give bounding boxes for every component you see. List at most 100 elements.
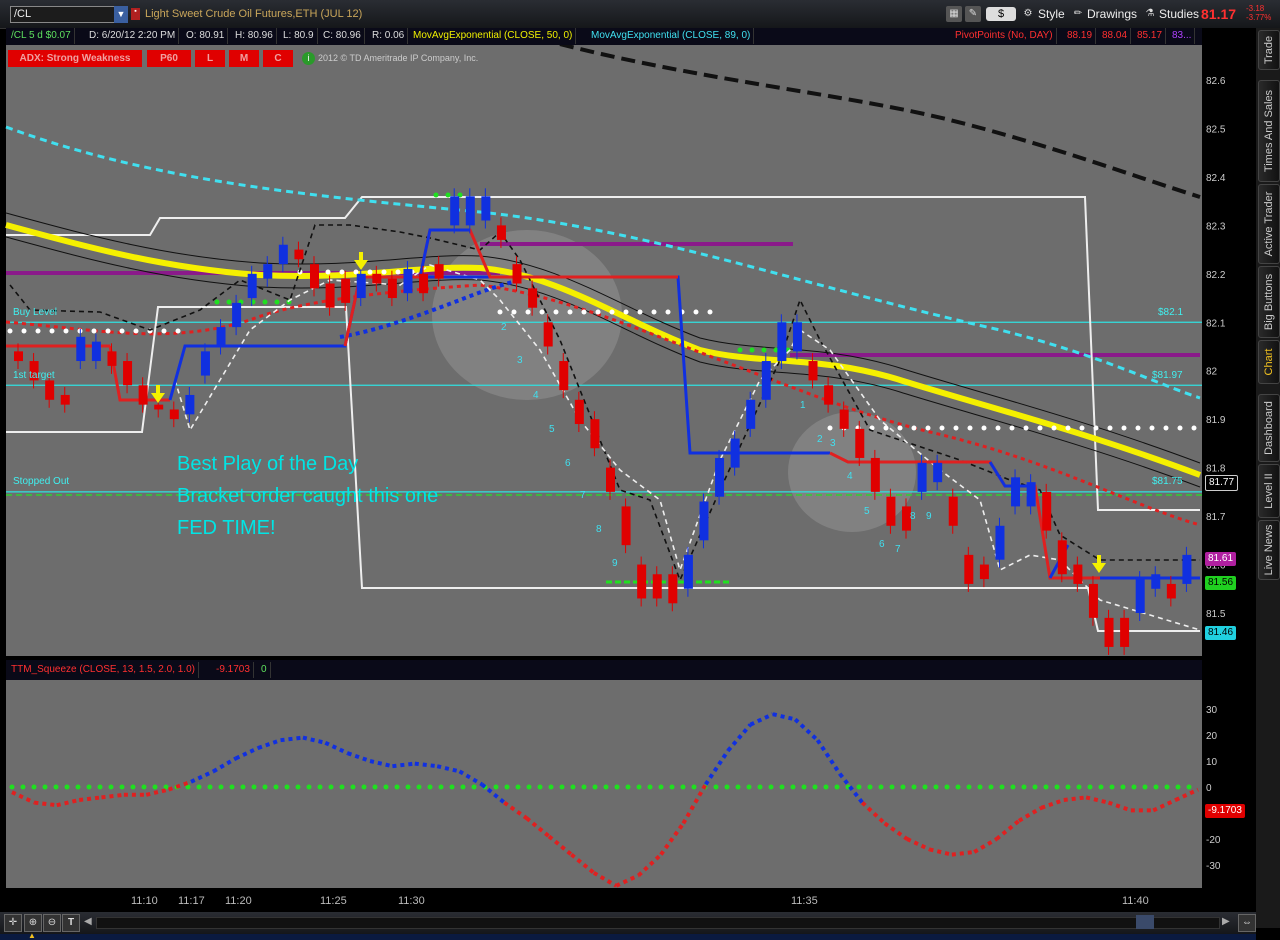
squeeze-line: [280, 735, 304, 743]
squeeze-zero-dot: [526, 784, 532, 790]
y-tick-label: 10: [1206, 757, 1218, 768]
squeeze-line: [749, 712, 774, 727]
squeeze-zero-dot: [119, 784, 125, 790]
squeeze-zero-dot: [504, 784, 510, 790]
squeeze-study-label: TTM_Squeeze (CLOSE, 13, 1.5, 2.0, 1.0): [8, 662, 199, 678]
squeeze-zero-dot: [878, 784, 884, 790]
squeeze-zero-dot: [108, 784, 114, 790]
scroll-left-icon[interactable]: ◀: [84, 916, 92, 927]
squeeze-zero-dot: [944, 784, 950, 790]
squeeze-zero-dot: [229, 784, 235, 790]
zoom-in-icon[interactable]: ⊕: [24, 914, 42, 932]
collapse-icon[interactable]: ▲: [28, 931, 36, 940]
squeeze-zero-dot: [636, 784, 642, 790]
squeeze-zero-dot: [218, 784, 224, 790]
squeeze-zero-dot: [647, 784, 653, 790]
squeeze-line: [78, 795, 102, 802]
squeeze-zero-dot: [1098, 784, 1104, 790]
time-label: 11:20: [225, 895, 252, 907]
tab-big-buttons[interactable]: Big Buttons: [1258, 266, 1280, 338]
y-tick-label: 30: [1206, 705, 1218, 716]
time-label: 11:10: [131, 895, 158, 907]
squeeze-line: [414, 761, 438, 769]
squeeze-line: [704, 749, 730, 786]
squeeze-zero-dot: [658, 784, 664, 790]
squeeze-zero-dot: [130, 784, 136, 790]
squeeze-line: [570, 853, 596, 875]
squeeze-zero-dot: [97, 784, 103, 790]
tab-active-trader[interactable]: Active Trader: [1258, 184, 1280, 264]
squeeze-zero-dot: [735, 784, 741, 790]
squeeze-zero-dot: [207, 784, 213, 790]
zoom-out-icon[interactable]: ⊖: [43, 914, 61, 932]
expand-icon[interactable]: ⇔: [1238, 914, 1256, 932]
y-tick-label: -30: [1206, 861, 1221, 872]
squeeze-zero-dot: [372, 784, 378, 790]
squeeze-zero-dot: [361, 784, 367, 790]
time-label: 11:17: [178, 895, 205, 907]
squeeze-zero-dot: [669, 784, 675, 790]
squeeze-line: [1152, 798, 1177, 813]
squeeze-line: [1174, 787, 1199, 802]
squeeze-zero-dot: [1032, 784, 1038, 790]
squeeze-zero-dot: [75, 784, 81, 790]
squeeze-line: [392, 761, 416, 769]
tab-times-and-sales[interactable]: Times And Sales: [1258, 80, 1280, 182]
squeeze-zero-dot: [1109, 784, 1115, 790]
squeeze-line: [951, 850, 975, 857]
squeeze-zero-dot: [416, 784, 422, 790]
text-tool-icon[interactable]: T: [62, 914, 80, 932]
squeeze-zero-dot: [383, 784, 389, 790]
squeeze-zero-dot: [867, 784, 873, 790]
squeeze-line: [681, 783, 708, 825]
squeeze-zero-dot: [42, 784, 48, 790]
time-scrollbar[interactable]: [96, 917, 1220, 929]
squeeze-zero-dot: [768, 784, 774, 790]
squeeze-zero-dot: [823, 784, 829, 790]
squeeze-line: [883, 821, 909, 841]
tab-level-ii[interactable]: Level II: [1258, 464, 1280, 518]
squeeze-line: [1085, 795, 1109, 805]
squeeze-zero-dot: [1186, 784, 1192, 790]
tab-chart[interactable]: Chart: [1258, 340, 1280, 384]
squeeze-zero-dot: [1120, 784, 1126, 790]
squeeze-zero-dot: [350, 784, 356, 790]
scroll-right-icon[interactable]: ▶: [1222, 916, 1230, 927]
time-label: 11:25: [320, 895, 347, 907]
squeeze-zero-dot: [152, 784, 158, 790]
squeeze-zero-dot: [262, 784, 268, 790]
squeeze-line: [815, 739, 842, 776]
squeeze-zero-dot: [548, 784, 554, 790]
squeeze-line: [436, 764, 460, 774]
squeeze-line: [369, 759, 393, 769]
squeeze-zero-dot: [1065, 784, 1071, 790]
scrollbar-thumb[interactable]: [1136, 915, 1154, 929]
squeeze-zero-dot: [240, 784, 246, 790]
tab-live-news[interactable]: Live News: [1258, 520, 1280, 580]
squeeze-zero-dot: [339, 784, 345, 790]
squeeze-line: [190, 769, 215, 784]
squeeze-line: [659, 822, 685, 856]
squeeze-zero-dot: [1164, 784, 1170, 790]
squeeze-zero-dot: [328, 784, 334, 790]
squeeze-line: [324, 740, 349, 756]
tab-dashboard[interactable]: Dashboard: [1258, 394, 1280, 462]
squeeze-value: -9.1703: [213, 662, 254, 678]
squeeze-zero-dot: [284, 784, 290, 790]
tab-trade[interactable]: Trade: [1258, 30, 1280, 70]
squeeze-zero-dot: [911, 784, 917, 790]
y-tick-label: 20: [1206, 731, 1218, 742]
squeeze-zero-dot: [196, 784, 202, 790]
crosshair-icon[interactable]: ✛: [4, 914, 22, 932]
squeeze-line: [860, 801, 887, 825]
squeeze-zero-dot: [64, 784, 70, 790]
squeeze-line: [929, 847, 953, 857]
squeeze-line: [302, 735, 326, 745]
squeeze-value-tag: -9.1703: [1205, 804, 1245, 818]
squeeze-zero-dot: [966, 784, 972, 790]
squeeze-zero-dot: [779, 784, 785, 790]
squeeze-zero-dot: [724, 784, 730, 790]
squeeze-line: [592, 871, 618, 888]
squeeze-line: [525, 816, 551, 838]
squeeze-zero-dot: [812, 784, 818, 790]
